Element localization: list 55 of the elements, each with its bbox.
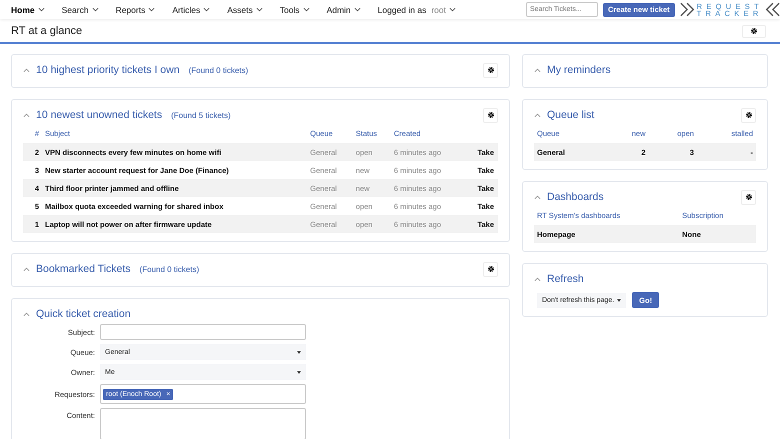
caret-icon [38,7,45,12]
caret-icon [449,7,456,12]
collapse-icon[interactable] [23,68,30,72]
gear-icon [744,193,752,201]
dropdown-icon [297,370,301,374]
collapse-icon[interactable] [23,312,30,316]
settings-button[interactable] [483,108,498,122]
user-menu[interactable]: Logged in as root [378,4,456,14]
ticket-count: (Found 5 tickets) [171,110,231,120]
caret-icon [148,7,156,12]
settings-button[interactable] [483,262,498,276]
caret-icon [256,7,263,12]
settings-button[interactable] [741,190,756,204]
panel-title[interactable]: 10 highest priority tickets I own [36,64,180,76]
gear-icon [486,265,494,273]
menu-item[interactable]: Admin [326,4,361,14]
content-field[interactable] [100,408,306,439]
menu-item[interactable]: Assets [227,4,263,14]
menu-item[interactable]: Search [62,4,99,14]
caret-icon [92,7,99,12]
panel-title[interactable]: Dashboards [547,191,604,203]
caret-icon [302,7,310,12]
ticket-count: (Found 0 tickets) [188,66,248,74]
page-settings-button[interactable] [742,24,766,38]
panel-title[interactable]: Quick ticket creation [36,308,131,320]
collapse-icon[interactable] [534,276,541,282]
menu-item[interactable]: Articles [172,4,210,14]
collapse-icon[interactable] [23,266,30,272]
panel-title[interactable]: 10 newest unowned tickets [36,109,162,121]
subject-field[interactable] [100,324,306,340]
gear-icon [744,111,752,119]
chevron-icon [680,2,696,17]
panel-title[interactable]: My reminders [547,64,611,76]
caret-icon [203,7,210,12]
caret-icon [354,7,361,12]
dropdown-icon [297,350,301,354]
menu-item[interactable]: Home [11,4,45,14]
panel-title[interactable]: Bookmarked Tickets [36,263,131,275]
page-title: RT at a glance [11,25,82,37]
ticket-count: (Found 0 tickets) [140,264,200,274]
panel-title[interactable]: Refresh [547,273,584,285]
menu-item[interactable]: Tools [280,4,310,14]
dropdown-icon [617,298,622,302]
collapse-icon[interactable] [23,112,30,118]
gear-icon [486,111,494,119]
gear-icon [486,66,494,74]
chevron-icon [764,2,780,17]
panel-title[interactable]: Queue list [547,109,594,121]
collapse-icon[interactable] [534,194,541,200]
menu-item[interactable]: Reports [116,4,156,14]
collapse-icon[interactable] [534,68,541,72]
settings-button[interactable] [483,62,498,78]
collapse-icon[interactable] [534,112,541,118]
settings-button[interactable] [741,108,756,122]
gear-icon [750,27,758,35]
